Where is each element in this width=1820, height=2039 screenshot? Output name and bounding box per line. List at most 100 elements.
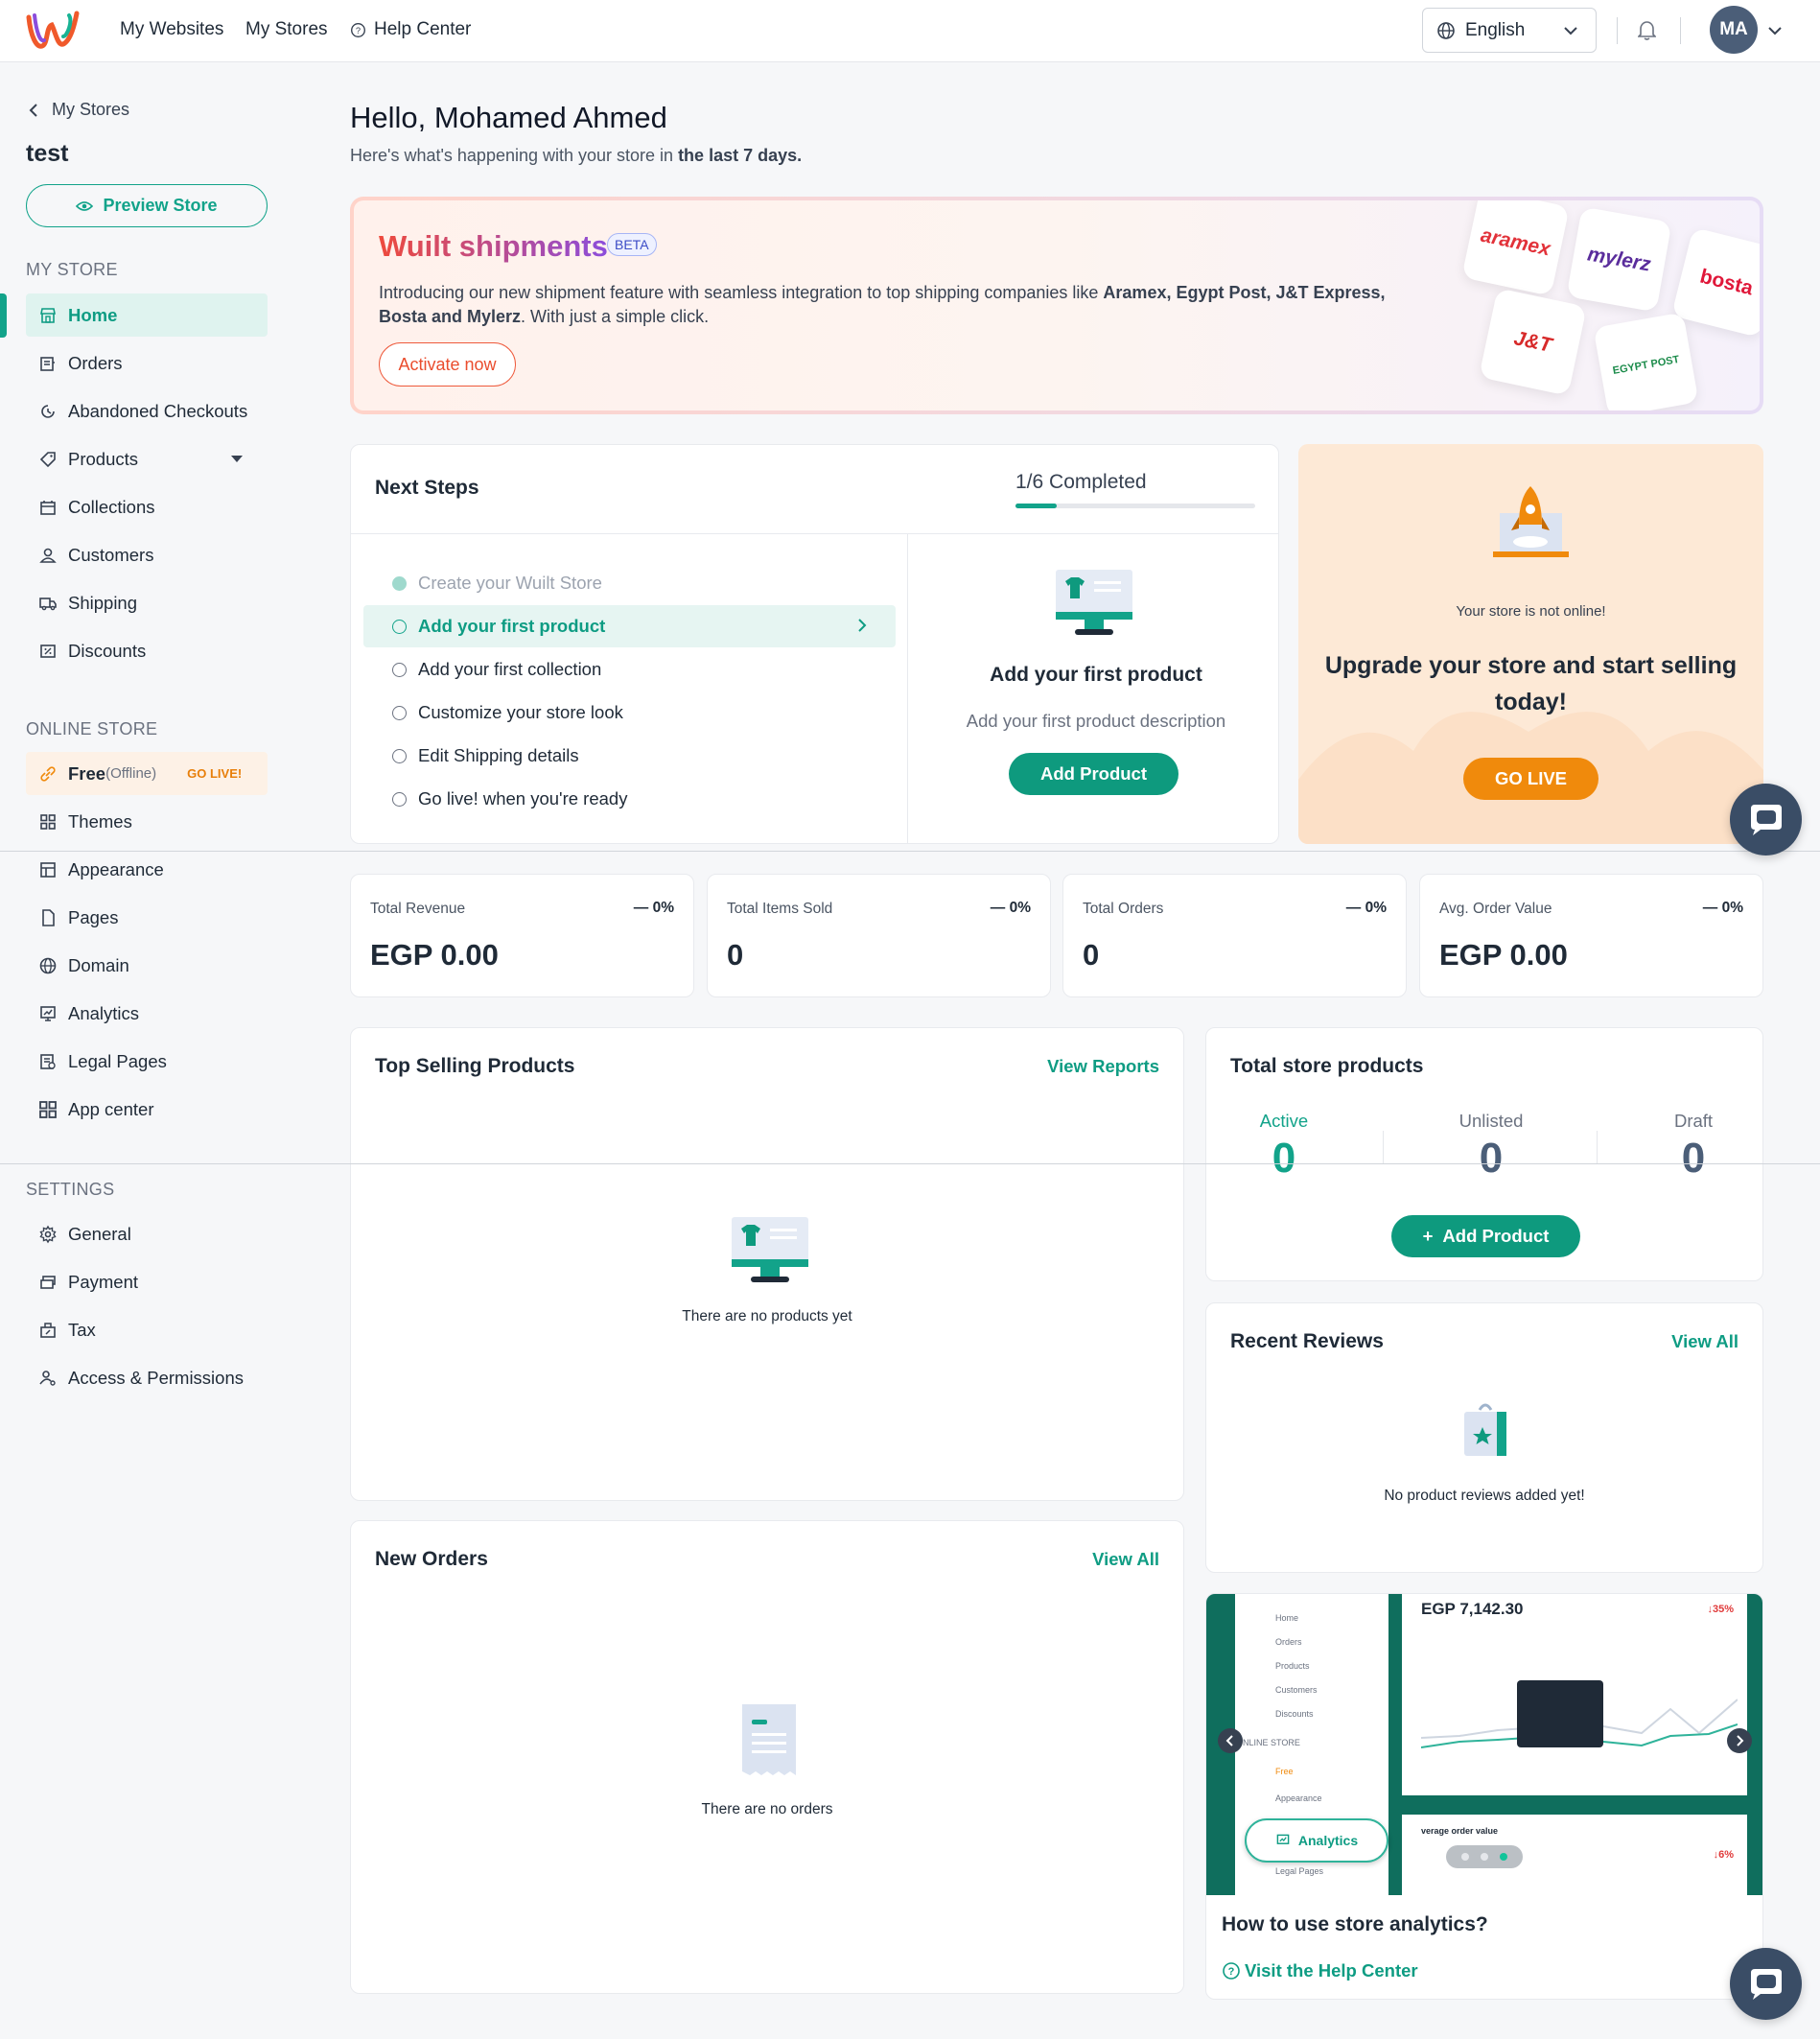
- bell-icon[interactable]: [1638, 20, 1656, 40]
- carousel-dot[interactable]: [1481, 1853, 1488, 1861]
- add-product-button[interactable]: + Add Product: [1391, 1215, 1580, 1257]
- sidebar-item-free-plan[interactable]: Free (Offline) GO LIVE!: [26, 752, 268, 795]
- sidebar-item-pages[interactable]: Pages: [26, 896, 268, 939]
- sidebar-item-themes[interactable]: Themes: [26, 800, 268, 843]
- divider: [1383, 1131, 1384, 1164]
- chat-button[interactable]: [1730, 1948, 1802, 2020]
- sidebar-item-domain[interactable]: Domain: [26, 944, 268, 987]
- circle-icon: [392, 748, 407, 763]
- sidebar-item-orders[interactable]: Orders: [26, 341, 268, 385]
- step-detail-title: Add your first product: [990, 664, 1202, 686]
- step-customize-look[interactable]: Customize your store look: [363, 691, 896, 734]
- chevron-down-icon[interactable]: [1767, 25, 1783, 36]
- sidebar-item-tax[interactable]: Tax: [26, 1308, 268, 1351]
- nav-help-center[interactable]: ? Help Center: [350, 19, 471, 40]
- sidebar-item-label: General: [68, 1223, 131, 1244]
- visit-help-center-label: Visit the Help Center: [1245, 1960, 1418, 1980]
- kpi-change: — 0%: [1702, 900, 1743, 916]
- step-label: Go live! when you're ready: [418, 788, 628, 809]
- sidebar-item-appearance[interactable]: Appearance: [26, 848, 268, 891]
- carousel-dot[interactable]: [1461, 1853, 1469, 1861]
- link-icon: [40, 765, 56, 782]
- preview-analytics-label: Analytics: [1297, 1833, 1359, 1848]
- sidebar-item-discounts[interactable]: Discounts: [26, 629, 268, 672]
- recent-reviews-card: Recent Reviews View All No product revie…: [1205, 1302, 1763, 1573]
- tag-icon: [39, 451, 56, 467]
- kpi-title: Avg. Order Value: [1439, 901, 1552, 917]
- divider: [351, 533, 1278, 534]
- sidebar-item-customers[interactable]: Customers: [26, 533, 268, 576]
- visit-help-center-link[interactable]: ? Visit the Help Center: [1222, 1960, 1418, 1981]
- view-all-orders-link[interactable]: View All: [1092, 1549, 1159, 1570]
- go-live-button[interactable]: GO LIVE: [1463, 758, 1598, 800]
- preview-store-button[interactable]: Preview Store: [26, 184, 268, 227]
- kpi-change-value: 0%: [1721, 900, 1743, 916]
- sidebar-item-label: App center: [68, 1098, 154, 1119]
- sidebar-item-label: Collections: [68, 496, 155, 517]
- back-to-my-stores[interactable]: My Stores: [29, 100, 129, 120]
- promo-question: How to use store analytics?: [1222, 1913, 1488, 1935]
- wuilt-logo[interactable]: [25, 8, 81, 54]
- steps-progress-fill: [1015, 504, 1057, 508]
- sidebar-item-payment[interactable]: Payment: [26, 1260, 268, 1303]
- tax-icon: [40, 1322, 56, 1338]
- kpi-change: — 0%: [990, 900, 1031, 916]
- payment-icon: [40, 1275, 56, 1289]
- kpi-value: 0: [1083, 938, 1100, 972]
- view-all-reviews-link[interactable]: View All: [1671, 1331, 1738, 1352]
- carousel-dots: [1446, 1845, 1523, 1868]
- step-create-store[interactable]: Create your Wuilt Store: [363, 562, 896, 604]
- no-reviews-text: No product reviews added yet!: [1384, 1488, 1585, 1504]
- carousel-dot-active[interactable]: [1500, 1853, 1507, 1861]
- sidebar-item-access-permissions[interactable]: Access & Permissions: [26, 1356, 268, 1399]
- active-count: 0: [1272, 1135, 1296, 1182]
- help-circle-icon: ?: [1223, 1962, 1240, 1980]
- sidebar-item-collections[interactable]: Collections: [26, 485, 268, 528]
- mylerz-logo: mylerz: [1566, 206, 1672, 313]
- store-products-title: Total store products: [1230, 1055, 1424, 1077]
- nav-my-websites[interactable]: My Websites: [120, 19, 223, 40]
- language-select[interactable]: English: [1422, 8, 1597, 53]
- sidebar-item-abandoned-checkouts[interactable]: Abandoned Checkouts: [26, 389, 268, 433]
- clock-icon: [41, 404, 55, 418]
- step-add-product[interactable]: Add your first product: [363, 605, 896, 647]
- store-name: test: [26, 140, 69, 167]
- view-reports-link[interactable]: View Reports: [1047, 1056, 1159, 1077]
- step-detail-description: Add your first product description: [966, 711, 1226, 731]
- sidebar-item-products[interactable]: Products: [26, 437, 268, 480]
- recent-reviews-title: Recent Reviews: [1230, 1330, 1384, 1352]
- step-edit-shipping[interactable]: Edit Shipping details: [363, 735, 896, 777]
- sidebar-item-home[interactable]: Home: [26, 293, 268, 337]
- circle-icon: [392, 662, 407, 677]
- store-icon: [40, 307, 56, 323]
- go-live-badge[interactable]: GO LIVE!: [187, 766, 242, 781]
- analytics-preview-image[interactable]: Home Orders Products Customers Discounts…: [1206, 1594, 1762, 1895]
- kpi-change-value: 0%: [1365, 900, 1387, 916]
- orders-icon: [40, 356, 55, 371]
- sidebar-item-label: Shipping: [68, 592, 138, 613]
- carousel-prev-button[interactable]: [1218, 1728, 1243, 1753]
- sidebar-item-label: Access & Permissions: [68, 1367, 244, 1388]
- sidebar-item-shipping[interactable]: Shipping: [26, 581, 268, 624]
- sidebar-item-app-center[interactable]: App center: [26, 1088, 268, 1131]
- activate-now-button[interactable]: Activate now: [379, 342, 516, 387]
- no-products-text: There are no products yet: [682, 1308, 852, 1324]
- step-go-live[interactable]: Go live! when you're ready: [363, 778, 896, 820]
- kpi-change: — 0%: [633, 900, 674, 916]
- avatar[interactable]: MA: [1710, 6, 1758, 54]
- add-product-button[interactable]: Add Product: [1009, 753, 1178, 795]
- aramex-logo: aramex: [1461, 200, 1570, 296]
- preview-menu-item: Orders: [1275, 1637, 1302, 1647]
- nav-my-stores[interactable]: My Stores: [245, 19, 328, 40]
- draft-count: 0: [1681, 1135, 1706, 1182]
- sidebar-item-label: Domain: [68, 954, 129, 975]
- sidebar-item-label: Payment: [68, 1271, 139, 1292]
- sidebar-item-legal-pages[interactable]: Legal Pages: [26, 1040, 268, 1083]
- step-add-collection[interactable]: Add your first collection: [363, 648, 896, 691]
- new-orders-title: New Orders: [375, 1548, 488, 1570]
- sidebar-item-analytics[interactable]: Analytics: [26, 992, 268, 1035]
- receipt-icon: [742, 1704, 796, 1775]
- chat-button[interactable]: [1730, 784, 1802, 855]
- carousel-next-button[interactable]: [1727, 1728, 1752, 1753]
- sidebar-item-general[interactable]: General: [26, 1212, 268, 1255]
